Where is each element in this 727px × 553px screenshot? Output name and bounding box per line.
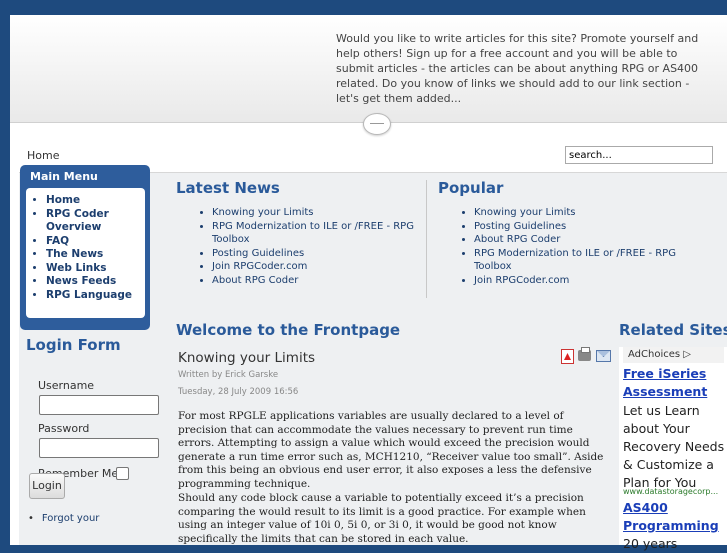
login-button[interactable]: Login [29,473,65,499]
main-menu-list-box: Home RPG Coder Overview FAQ The News Web… [26,188,145,318]
popular-item[interactable]: RPG Modernization to ILE or /FREE - RPG … [474,247,696,274]
latest-news-list: Knowing your Limits RPG Modernization to… [176,206,432,287]
login-form-title: Login Form [26,336,121,354]
menu-item-web-links[interactable]: Web Links [46,262,144,276]
column-divider [426,180,427,298]
menu-item-news-feeds[interactable]: News Feeds [46,275,144,289]
article-date: Tuesday, 28 July 2009 16:56 [178,387,299,397]
menu-item-news[interactable]: The News [46,248,144,262]
username-field[interactable] [39,395,159,415]
email-icon[interactable] [596,350,611,362]
latest-news-item[interactable]: Knowing your Limits [212,206,432,220]
popular-list: Knowing your Limits Posting Guidelines A… [438,206,696,287]
popular-item[interactable]: Posting Guidelines [474,220,696,234]
ad-headline-2b[interactable]: Programming [623,517,719,535]
menu-item-home[interactable]: Home [46,194,144,208]
ad-body: Let us Learn about Your Recovery Needs &… [623,403,725,490]
adchoices-label[interactable]: AdChoices ▷ [623,347,724,363]
article-paragraph-1: For most RPGLE applications variables ar… [178,410,604,490]
menu-item-faq[interactable]: FAQ [46,235,144,249]
popular-item[interactable]: Knowing your Limits [474,206,696,220]
header-promo-text: Would you like to write articles for thi… [336,32,699,105]
main-menu-title: Main Menu [30,170,98,183]
latest-news-title: Latest News [176,179,280,197]
latest-news-item[interactable]: Join RPGCoder.com [212,260,432,274]
pdf-icon[interactable] [561,349,574,364]
header-toggle-button[interactable] [363,113,391,135]
related-sites-title: Related Sites [619,321,727,339]
ad-headline-2[interactable]: AS400 [623,499,668,517]
article-author: Written by Erick Garske [178,370,279,380]
remember-me-checkbox[interactable] [116,467,129,480]
forgot-password-link[interactable]: Forgot your [28,513,100,524]
ad-headline-1b[interactable]: Assessment [623,383,707,401]
latest-news-item[interactable]: Posting Guidelines [212,247,432,261]
password-field[interactable] [39,438,159,458]
frontpage-title: Welcome to the Frontpage [176,321,401,339]
latest-news-item[interactable]: About RPG Coder [212,274,432,288]
ad-box: AdChoices ▷ Free iSeries Assessment Let … [619,347,727,551]
popular-title: Popular [438,179,504,197]
menu-item-rpg-language[interactable]: RPG Language [46,289,144,303]
article-paragraph-2: Should any code block cause a variable t… [178,492,586,545]
article-title[interactable]: Knowing your Limits [178,350,315,366]
breadcrumb[interactable]: Home [27,149,59,162]
latest-news-item[interactable]: RPG Modernization to ILE or /FREE - RPG … [212,220,432,247]
header-banner: Would you like to write articles for thi… [10,15,727,123]
username-label: Username [38,379,95,392]
main-menu-list: Home RPG Coder Overview FAQ The News Web… [30,194,144,302]
search-input[interactable] [565,146,713,164]
popular-item[interactable]: Join RPGCoder.com [474,274,696,288]
print-icon[interactable] [578,347,591,361]
ad-url[interactable]: www.datastoragecorp... [623,487,718,496]
ad-headline-1[interactable]: Free iSeries [623,365,706,383]
popular-item[interactable]: About RPG Coder [474,233,696,247]
main-menu: Main Menu Home RPG Coder Overview FAQ Th… [20,165,150,330]
ad-body-2: 20 years [623,536,678,551]
menu-item-overview[interactable]: RPG Coder Overview [46,208,144,235]
password-label: Password [38,422,90,435]
